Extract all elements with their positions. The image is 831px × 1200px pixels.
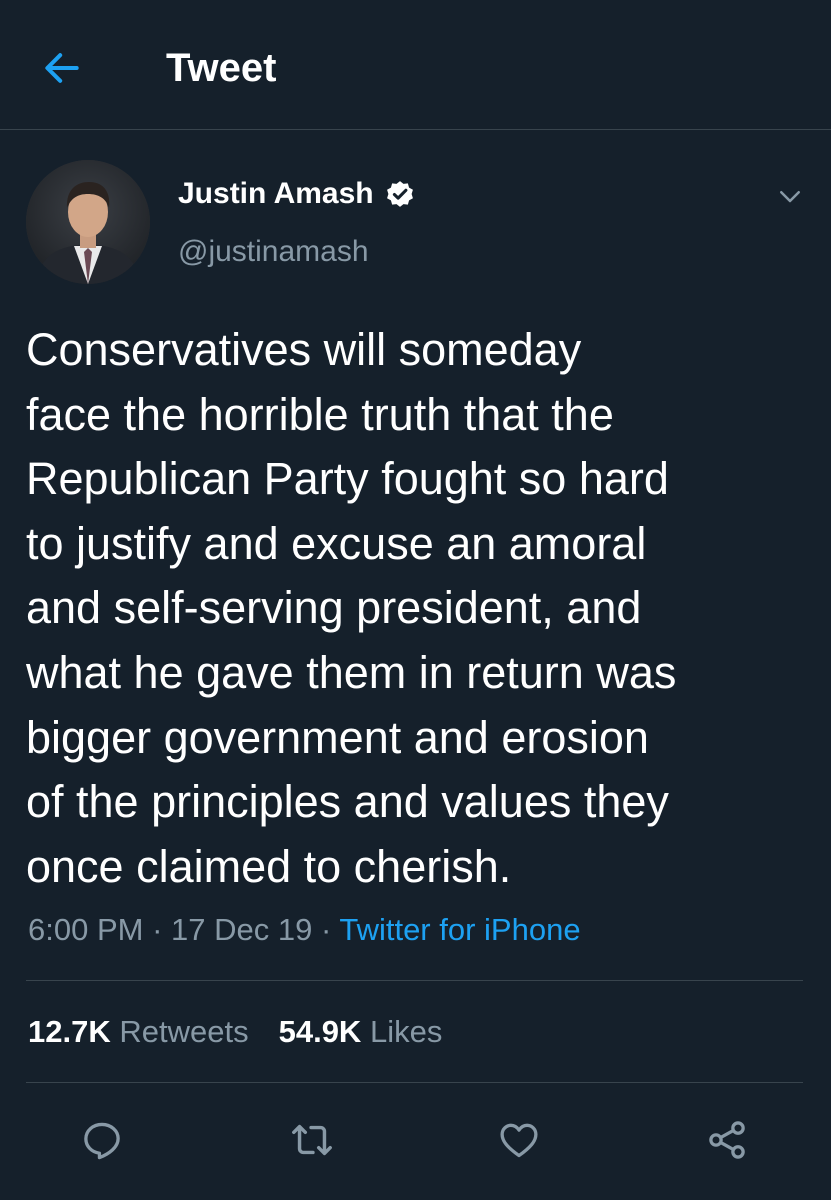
retweet-icon [292, 1124, 332, 1156]
divider [26, 1082, 803, 1083]
tweet-metadata: 6:00 PM · 17 Dec 19 · Twitter for iPhone [28, 910, 581, 950]
top-bar: Tweet [0, 0, 831, 130]
avatar-portrait [26, 160, 150, 284]
like-heart-icon [500, 1123, 538, 1158]
divider [26, 980, 803, 981]
retweets-label: Retweets [119, 1014, 249, 1049]
tweet-time: 6:00 PM [28, 912, 144, 947]
tweet-text-line: once claimed to cherish. [26, 840, 512, 892]
share-icon [709, 1121, 745, 1159]
page-title: Tweet [166, 46, 277, 90]
verified-badge-icon [386, 181, 413, 207]
engagement-stats: 12.7K Retweets 54.9K Likes [28, 1012, 472, 1052]
tweet-text-line: face the horrible truth that the [26, 388, 614, 440]
tweet-source-link[interactable]: Twitter for iPhone [339, 912, 580, 947]
likes-label: Likes [369, 1014, 443, 1049]
back-button[interactable] [34, 40, 90, 96]
author-display-name: Justin Amash [178, 177, 374, 210]
author-name-row[interactable]: Justin Amash [178, 174, 416, 214]
retweets-count: 12.7K [28, 1014, 111, 1049]
tweet-options-button[interactable] [770, 176, 810, 216]
tweet-text-line: Republican Party fought so hard [26, 453, 669, 505]
avatar[interactable] [26, 160, 150, 284]
arrow-left-icon [45, 53, 79, 83]
tweet-text-line: and self-serving president, and [26, 582, 642, 634]
retweets-stat[interactable]: 12.7K Retweets [28, 1012, 249, 1052]
tweet-actions-bar [0, 1112, 831, 1168]
chevron-down-icon [780, 191, 800, 203]
reply-icon [84, 1122, 120, 1160]
meta-separator: · [143, 912, 172, 947]
reply-button[interactable] [74, 1112, 130, 1168]
author-handle[interactable]: @justinamash [178, 232, 369, 272]
tweet-text-line: Conservatives will someday [26, 324, 582, 375]
share-button[interactable] [699, 1112, 755, 1168]
like-button[interactable] [491, 1112, 547, 1168]
tweet-text-line: what he gave them in return was [26, 646, 677, 698]
tweet-text-line: to justify and excuse an amoral [26, 517, 647, 569]
tweet-date: 17 Dec 19 [171, 912, 313, 947]
tweet-text-line: bigger government and erosion [26, 711, 649, 763]
retweet-button[interactable] [284, 1112, 340, 1168]
tweet-body: Conservatives will someday face the horr… [26, 318, 806, 899]
likes-stat[interactable]: 54.9K Likes [279, 1012, 443, 1052]
tweet-text-line: of the principles and values they [26, 776, 669, 828]
likes-count: 54.9K [278, 1014, 362, 1049]
meta-separator: · [312, 912, 340, 947]
